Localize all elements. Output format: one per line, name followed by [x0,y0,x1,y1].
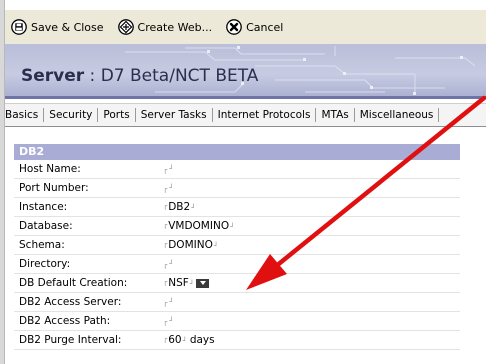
field-value: NSF [168,277,189,289]
interval-unit: days [189,334,215,346]
instance-field[interactable]: ┌ DB2 ┘ [163,201,195,213]
dropdown-arrow-icon[interactable] [196,278,209,288]
field-row-db2-access-server: DB2 Access Server: ┌ ┘ [14,293,460,312]
field-row-db-default-creation: DB Default Creation: ┌ NSF ┘ [14,274,460,293]
field-value: DB2 [168,201,191,213]
x-circle-icon [226,19,242,35]
db2-field-list: Host Name: ┌ ┘ Port Number: ┌ ┘ Instance: … [14,160,460,350]
create-web-button[interactable]: Create Web... [117,19,213,35]
server-label: Server [21,66,85,86]
form-banner: Server : D7 Beta/NCT BETA [5,44,486,99]
banner-bottom-rule [5,96,486,99]
cancel-button[interactable]: Cancel [226,19,283,35]
field-row-db2-access-path: DB2 Access Path: ┌ ┘ [14,312,460,331]
section-header-db2: DB2 [14,144,460,160]
tab-server-tasks[interactable]: Server Tasks [136,108,213,122]
tab-ports[interactable]: Ports [98,108,136,122]
directory-field[interactable]: ┌ ┘ [163,260,173,269]
tab-mtas[interactable]: MTAs [316,108,355,122]
field-value: 60 [168,334,182,346]
host-name-field[interactable]: ┌ ┘ [163,165,173,174]
db-default-creation-field[interactable]: ┌ NSF ┘ [163,277,209,289]
field-label: Host Name: [19,163,81,175]
port-number-field[interactable]: ┌ ┘ [163,184,173,193]
create-web-label: Create Web... [137,20,213,34]
floppy-disk-icon [11,19,27,35]
title-separator: : [84,66,101,86]
tab-internet-protocols[interactable]: Internet Protocols [213,108,317,122]
field-label: Schema: [19,239,65,251]
db2-purge-interval-field[interactable]: ┌ 60 ┘ days [163,334,215,346]
db2-access-path-field[interactable]: ┌ ┘ [163,317,173,326]
field-label: DB Default Creation: [19,277,128,289]
field-label: DB2 Access Server: [19,296,122,308]
field-value: DOMINO [168,239,213,251]
tab-basics[interactable]: Basics [5,108,45,122]
field-row-port-number: Port Number: ┌ ┘ [14,179,460,198]
field-row-directory: Directory: ┌ ┘ [14,255,460,274]
diamond-arrows-icon [117,19,134,35]
action-bar: Save & Close Create Web... Cancel [5,10,486,44]
save-close-button[interactable]: Save & Close [11,19,104,35]
server-name: D7 Beta/NCT BETA [100,66,259,86]
page-title: Server : D7 Beta/NCT BETA [21,66,258,86]
tab-miscellaneous[interactable]: Miscellaneous [355,108,440,122]
field-value: VMDOMINO [168,220,230,232]
database-field[interactable]: ┌ VMDOMINO ┘ [163,220,234,232]
cancel-label: Cancel [246,20,284,34]
schema-field[interactable]: ┌ DOMINO ┘ [163,239,218,251]
field-label: Port Number: [19,182,89,194]
field-row-host-name: Host Name: ┌ ┘ [14,160,460,179]
field-row-schema: Schema: ┌ DOMINO ┘ [14,236,460,255]
field-row-instance: Instance: ┌ DB2 ┘ [14,198,460,217]
field-row-db2-purge-interval: DB2 Purge Interval: ┌ 60 ┘ days [14,331,460,350]
save-close-label: Save & Close [31,20,104,34]
field-label: DB2 Purge Interval: [19,334,122,346]
tab-security[interactable]: Security [44,108,99,122]
field-label: Database: [19,220,73,232]
field-label: DB2 Access Path: [19,315,111,327]
tab-bar: Basics Security Ports Server Tasks Inter… [5,103,486,127]
db2-access-server-field[interactable]: ┌ ┘ [163,298,173,307]
field-row-database: Database: ┌ VMDOMINO ┘ [14,217,460,236]
field-label: Instance: [19,201,68,213]
field-label: Directory: [19,258,71,270]
